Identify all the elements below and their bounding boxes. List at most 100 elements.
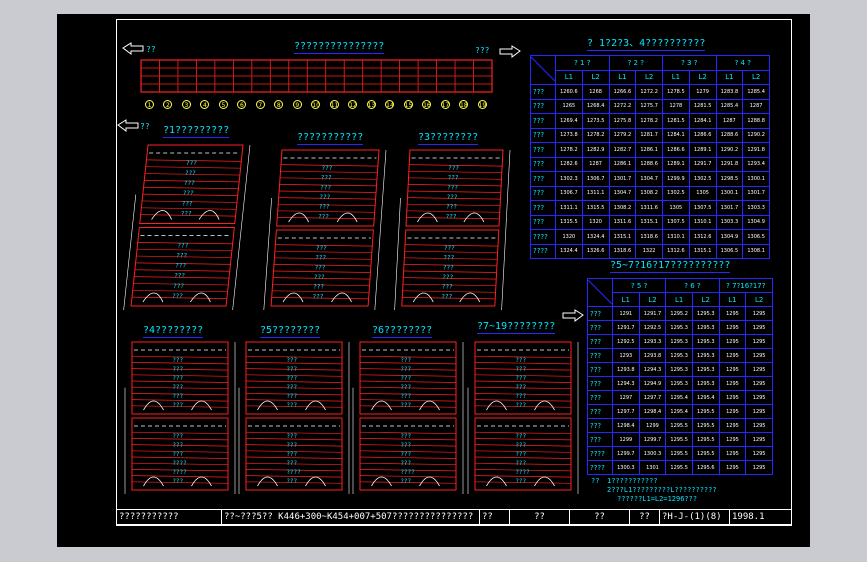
top-left-arrow-label: ?? xyxy=(146,45,156,54)
table-cell: 1307.5 xyxy=(688,200,717,216)
table-a: ? 1 ?? 2 ?? 3 ?? 4 ? L1 L2 L1 L2 L1 L2 L1 L2??? 1… xyxy=(530,55,770,259)
table-cell: 1295.2 xyxy=(665,306,693,321)
section-number: 15 xyxy=(403,100,413,109)
table-cell: 1293.3 xyxy=(638,334,667,349)
table-row-label: ??? xyxy=(587,306,613,321)
section-number: 5 xyxy=(218,100,228,109)
table-cell: 1273.8 xyxy=(555,127,583,143)
table-cell: 1282.6 xyxy=(555,156,583,172)
section-number: 12 xyxy=(348,100,358,109)
section-number: 11 xyxy=(329,100,339,109)
svg-text:???: ??? xyxy=(286,384,297,391)
svg-text:???: ??? xyxy=(446,194,458,201)
table-cell: 1305 xyxy=(688,185,717,201)
svg-text:???: ??? xyxy=(444,245,456,252)
svg-text:????: ???? xyxy=(172,469,187,476)
table-cell: 1295.3 xyxy=(665,320,693,335)
svg-text:???: ??? xyxy=(315,255,327,262)
note-line-2: 2???L1?????????L?????????? xyxy=(607,486,717,494)
section-number: 14 xyxy=(385,100,395,109)
table-row-label: ??? xyxy=(530,171,556,187)
table-cell: 1295 xyxy=(745,320,773,335)
table-cell: 1299 xyxy=(638,418,667,433)
table-row: ??? 1299 1299.7 1295.5 1295.5 1295 1295 xyxy=(587,432,773,447)
table-row: ??? 1302.3 1306.7 1301.7 1304.7 1299.9 1302.5 1… xyxy=(530,171,770,187)
table-row-label: ??? xyxy=(530,214,556,230)
table-cell: 1286.6 xyxy=(662,142,690,158)
section-number: 1 xyxy=(145,100,154,109)
table-cell: 1318.6 xyxy=(608,243,637,259)
table-cell: 1305 xyxy=(662,200,690,216)
table-row: ???? 1299.7 1300.3 1295.5 1295.5 1295 1295 xyxy=(587,446,773,461)
table-cell: 1286.6 xyxy=(688,127,717,143)
table-row: ??? 1293 1293.8 1295.3 1295.3 1295 1295 xyxy=(587,348,773,363)
svg-text:????: ???? xyxy=(286,469,301,476)
svg-text:???: ??? xyxy=(442,274,454,281)
table-row: ??? 1278.2 1282.9 1282.7 1286.1 1286.6 1289.1 1… xyxy=(530,142,770,158)
table-cell: 1293 xyxy=(612,348,640,363)
svg-text:???: ??? xyxy=(176,253,188,260)
table-cell: 1293.8 xyxy=(612,362,640,377)
svg-text:???: ??? xyxy=(515,402,526,409)
table-row-label: ???? xyxy=(530,243,556,259)
table-cell: 1295.5 xyxy=(665,460,693,475)
svg-text:???: ??? xyxy=(515,442,526,449)
svg-text:???: ??? xyxy=(400,366,411,373)
table-row-label: ??? xyxy=(587,320,613,335)
svg-text:???: ??? xyxy=(286,393,297,400)
table-row-label: ??? xyxy=(587,404,613,419)
table-cell: 1315.5 xyxy=(555,214,583,230)
panel-title: ?1????????? xyxy=(163,125,230,138)
table-cell: 1295.6 xyxy=(691,460,720,475)
table-cell: 1315.1 xyxy=(688,243,717,259)
svg-text:???: ??? xyxy=(447,184,459,191)
table-cell: 1295 xyxy=(718,418,747,433)
table-sub-header: L1 xyxy=(662,69,690,85)
svg-text:???: ??? xyxy=(320,184,332,191)
svg-text:???: ??? xyxy=(172,402,183,409)
svg-text:???: ??? xyxy=(286,402,297,409)
section-panel: ???????????????????????????????????? xyxy=(263,149,387,310)
table-row: ??? 1297 1297.7 1295.4 1295.4 1295 1295 xyxy=(587,390,773,405)
table-cell: 1322 xyxy=(635,243,663,259)
svg-text:???: ??? xyxy=(318,213,330,220)
table-row-label: ??? xyxy=(587,376,613,391)
svg-text:???: ??? xyxy=(515,460,526,467)
table-cell: 1291.7 xyxy=(688,156,717,172)
svg-text:???: ??? xyxy=(515,366,526,373)
svg-text:???: ??? xyxy=(515,384,526,391)
table-cell: 1311.6 xyxy=(635,200,663,216)
table-sub-header: L2 xyxy=(742,69,770,85)
table-row: ??? 1315.5 1320 1311.6 1315.1 1307.5 1310.1 130… xyxy=(530,214,770,230)
table-cell: 1278 xyxy=(662,98,690,114)
table-row-label: ??? xyxy=(530,113,556,129)
table-cell: 1282.9 xyxy=(581,142,610,158)
table-cell: 1298.5 xyxy=(715,171,744,187)
table-row: ??? 1265 1268.4 1272.2 1275.7 1278 1281.5 1285.… xyxy=(530,98,770,114)
svg-text:???: ??? xyxy=(172,375,183,382)
title-block-project: ??~???5?? K446+300~K454+007+507?????????… xyxy=(222,510,480,524)
table-corner-cell xyxy=(530,55,556,85)
table-cell: 1310.1 xyxy=(662,229,690,245)
table-cell: 1304.9 xyxy=(742,214,770,230)
panel-title: ?3???????? xyxy=(418,132,479,145)
table-cell: 1295.5 xyxy=(665,432,693,447)
table-cell: 1302.3 xyxy=(555,171,583,187)
svg-text:???: ??? xyxy=(172,451,183,458)
section-panel: ???????????????????????????????????? xyxy=(394,149,511,310)
svg-text:???: ??? xyxy=(515,451,526,458)
right-arrow-icon xyxy=(499,45,521,58)
table-a-title: ? 1?2?3、4?????????? xyxy=(587,38,706,51)
table-cell: 1311.1 xyxy=(581,185,610,201)
table-cell: 1300.3 xyxy=(612,460,640,475)
svg-text:???: ??? xyxy=(400,384,411,391)
svg-text:???: ??? xyxy=(286,442,297,449)
table-cell: 1268.4 xyxy=(581,98,610,114)
table-cell: 1295 xyxy=(745,418,773,433)
table-cell: 1300.1 xyxy=(742,171,770,187)
table-cell: 1295 xyxy=(718,460,747,475)
table-row: ??? 1273.8 1278.2 1279.2 1281.7 1284.1 1286.6 1… xyxy=(530,127,770,143)
table-sub-header: L1 xyxy=(608,69,637,85)
table-sub-header: L1 xyxy=(612,292,640,307)
table-row-label: ??? xyxy=(530,98,556,114)
